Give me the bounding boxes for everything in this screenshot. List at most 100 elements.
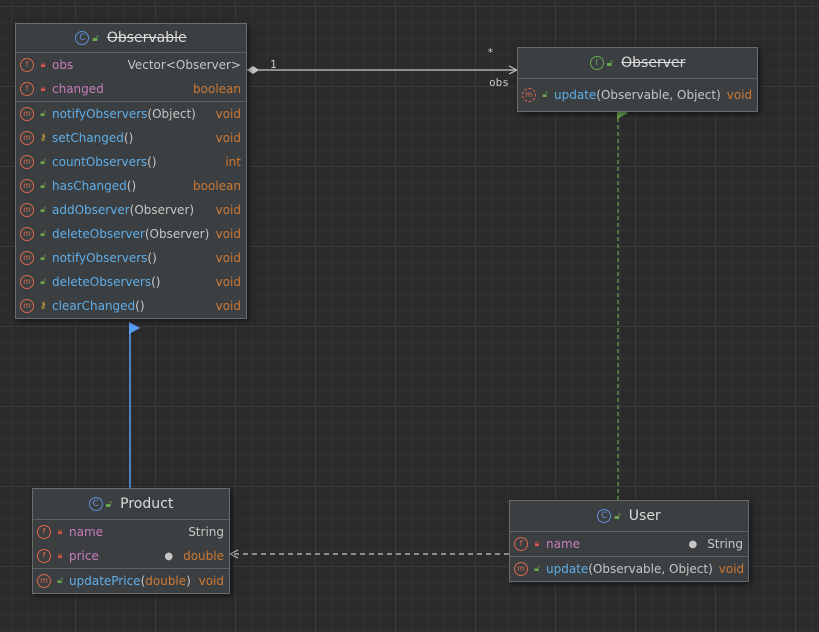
method-params: () (147, 251, 157, 265)
method-icon: m (20, 155, 34, 169)
return-type: void (215, 299, 241, 313)
user-title: User (628, 508, 661, 524)
method-params: (Observer) (144, 227, 210, 241)
public-visibility-icon: 🔓︎ (40, 205, 46, 215)
write-access-dot-icon: ● (164, 550, 174, 562)
method-name: deleteObserver (52, 227, 145, 241)
user-class-node[interactable]: C 🔓︎ User f 🔒︎ name ● String m 🔓︎ update… (509, 500, 749, 582)
field-icon: f (37, 549, 51, 563)
public-visibility-icon: 🔓︎ (40, 109, 46, 119)
return-type: void (215, 131, 241, 145)
public-visibility-icon: 🔓︎ (57, 576, 63, 586)
private-lock-icon: 🔒︎ (57, 527, 63, 537)
field-name: price (69, 549, 99, 563)
method-row[interactable]: m 🔓︎ countObservers() int (16, 150, 246, 174)
return-type: boolean (193, 179, 241, 193)
method-name: update (546, 562, 589, 576)
method-params: () (123, 131, 134, 145)
method-row[interactable]: m 🔓︎ notifyObservers(Object) void (16, 102, 246, 126)
method-icon: m (20, 131, 34, 145)
return-type: void (215, 251, 241, 265)
observable-class-node[interactable]: C 🔓︎ Observable f 🔒︎ obs Vector<Observer… (15, 23, 247, 319)
method-row[interactable]: m 🔓︎ updatePrice(double) void (33, 569, 229, 593)
field-icon: f (37, 525, 51, 539)
private-lock-icon: 🔒︎ (40, 84, 46, 94)
method-row[interactable]: m 🔓︎ notifyObservers() void (16, 246, 246, 270)
return-type: void (215, 203, 241, 217)
method-name: setChanged (52, 131, 124, 145)
private-lock-icon: 🔒︎ (57, 551, 63, 561)
user-header: C 🔓︎ User (510, 501, 748, 532)
method-name: hasChanged (52, 179, 127, 193)
public-visibility-icon: 🔓︎ (542, 90, 548, 100)
field-row[interactable]: f 🔒︎ name String (33, 520, 229, 544)
method-icon: m (20, 299, 34, 313)
observable-fields: f 🔒︎ obs Vector<Observer> f 🔒︎ changed b… (16, 53, 246, 102)
abstract-method-icon: m (522, 88, 536, 102)
method-params: () (135, 299, 145, 313)
field-type: Vector<Observer> (127, 58, 241, 72)
method-icon: m (20, 179, 34, 193)
field-type: String (188, 525, 224, 539)
method-row[interactable]: m 🔓︎ deleteObservers() void (16, 270, 246, 294)
method-row[interactable]: m ⚷ setChanged() void (16, 126, 246, 150)
field-icon: f (20, 82, 34, 96)
user-methods: m 🔓︎ update(Observable, Object) void (510, 557, 748, 581)
method-row[interactable]: m ⚷ clearChanged() void (16, 294, 246, 318)
method-params: () (126, 179, 137, 193)
method-params: (Observable, Object) (588, 562, 713, 576)
product-methods: m 🔓︎ updatePrice(double) void (33, 569, 229, 593)
method-row[interactable]: m 🔓︎ update(Observable, Object) void (510, 557, 748, 581)
field-row[interactable]: f 🔒︎ obs Vector<Observer> (16, 53, 246, 77)
method-icon: m (20, 275, 34, 289)
field-row[interactable]: f 🔒︎ price ● double (33, 544, 229, 568)
protected-key-icon: ⚷ (39, 133, 47, 143)
return-type: void (215, 227, 241, 241)
method-row[interactable]: m 🔓︎ addObserver(Observer) void (16, 198, 246, 222)
field-type: boolean (193, 82, 241, 96)
product-fields: f 🔒︎ name String f 🔒︎ price ● double (33, 520, 229, 569)
method-name: update (554, 88, 597, 102)
return-type: void (198, 574, 224, 588)
observer-title: Observer (621, 55, 686, 71)
field-row[interactable]: f 🔒︎ changed boolean (16, 77, 246, 101)
method-icon: m (20, 251, 34, 265)
return-type: void (215, 275, 241, 289)
method-icon: m (37, 574, 51, 588)
private-lock-icon: 🔒︎ (534, 539, 540, 549)
method-name: notifyObservers (52, 107, 148, 121)
method-name: addObserver (52, 203, 130, 217)
user-fields: f 🔒︎ name ● String (510, 532, 748, 557)
aggregation-source-multiplicity: 1 (270, 58, 277, 71)
product-class-node[interactable]: C 🔓︎ Product f 🔒︎ name String f 🔒︎ price… (32, 488, 230, 594)
public-visibility-icon: 🔓︎ (40, 181, 46, 191)
return-type: void (726, 88, 753, 102)
field-row[interactable]: f 🔒︎ name ● String (510, 532, 748, 556)
field-icon: f (514, 537, 528, 551)
observer-interface-node[interactable]: I 🔓︎ Observer m 🔓︎ update(Observable, Ob… (517, 47, 758, 112)
private-lock-icon: 🔒︎ (40, 60, 46, 70)
field-icon: f (20, 58, 34, 72)
method-icon: m (20, 227, 34, 241)
method-row[interactable]: m 🔓︎ hasChanged() boolean (16, 174, 246, 198)
field-name: changed (52, 82, 104, 96)
write-access-dot-icon: ● (688, 538, 698, 550)
field-type: String (707, 537, 743, 551)
observable-methods: m 🔓︎ notifyObservers(Object) void m ⚷ se… (16, 102, 246, 318)
method-name: deleteObservers (52, 275, 152, 289)
method-row[interactable]: m 🔓︎ update(Observable, Object) void (518, 79, 757, 111)
observer-methods: m 🔓︎ update(Observable, Object) void (518, 79, 757, 111)
public-visibility-icon: 🔓︎ (40, 253, 46, 263)
field-name: name (546, 537, 581, 551)
public-visibility-icon: 🔓︎ (92, 32, 99, 44)
return-type: void (215, 107, 241, 121)
method-row[interactable]: m 🔓︎ deleteObserver(Observer) void (16, 222, 246, 246)
interface-icon: I (589, 56, 604, 70)
method-params: () (147, 155, 157, 169)
param-type: double (145, 574, 187, 588)
class-icon: C (88, 497, 103, 511)
field-name: obs (52, 58, 74, 72)
observable-header: C 🔓︎ Observable (16, 24, 246, 53)
aggregation-role-label: obs (489, 76, 509, 89)
method-name: updatePrice (69, 574, 141, 588)
